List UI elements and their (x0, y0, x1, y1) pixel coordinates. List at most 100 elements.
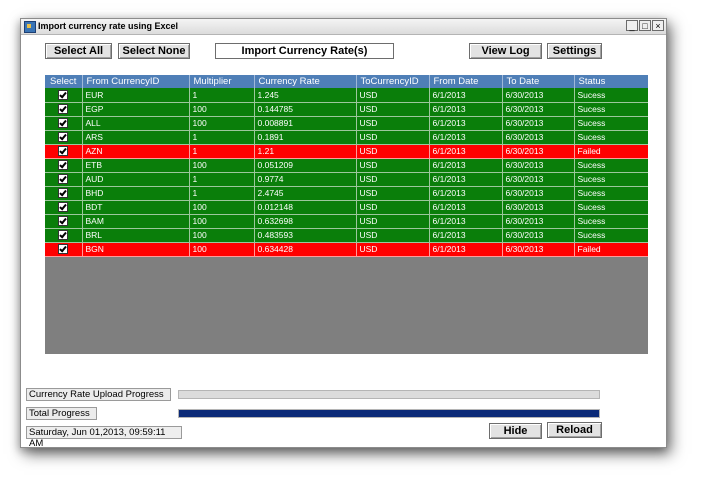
to-date-cell: 6/30/2013 (502, 228, 575, 243)
select-cell (45, 102, 83, 117)
status-cell: Sucess (574, 116, 648, 131)
table-row[interactable]: AUD 1 0.9774 USD 6/1/2013 6/30/2013 Sucess (45, 172, 648, 187)
to-date-cell: 6/30/2013 (502, 88, 575, 103)
from-date-cell: 6/1/2013 (429, 200, 503, 215)
from-date-cell: 6/1/2013 (429, 158, 503, 173)
to-currency-cell: USD (356, 172, 430, 187)
select-cell (45, 242, 83, 257)
from-currency-cell: BAM (82, 214, 190, 229)
select-none-button[interactable]: Select None (118, 43, 190, 59)
select-cell (45, 116, 83, 131)
from-date-cell: 6/1/2013 (429, 228, 503, 243)
to-date-cell: 6/30/2013 (502, 102, 575, 117)
maximize-button[interactable]: □ (639, 20, 651, 31)
multiplier-cell: 100 (189, 158, 255, 173)
row-checkbox[interactable] (58, 188, 69, 199)
row-checkbox[interactable] (58, 174, 69, 185)
table-row[interactable]: BAM 100 0.632698 USD 6/1/2013 6/30/2013 Sucess (45, 214, 648, 229)
from-currency-cell: ALL (82, 116, 190, 131)
to-currency-cell: USD (356, 158, 430, 173)
column-header[interactable]: Currency Rate (254, 75, 357, 88)
minimize-button[interactable]: _ (626, 20, 638, 31)
import-heading: Import Currency Rate(s) (215, 43, 394, 59)
status-cell: Sucess (574, 172, 648, 187)
select-cell (45, 186, 83, 201)
to-currency-cell: USD (356, 200, 430, 215)
to-currency-cell: USD (356, 228, 430, 243)
select-cell (45, 158, 83, 173)
multiplier-cell: 100 (189, 200, 255, 215)
multiplier-cell: 1 (189, 144, 255, 159)
from-currency-cell: BGN (82, 242, 190, 257)
to-currency-cell: USD (356, 88, 430, 103)
from-currency-cell: ARS (82, 130, 190, 145)
table-row[interactable]: BDT 100 0.012148 USD 6/1/2013 6/30/2013 Sucess (45, 200, 648, 215)
table-row[interactable]: EUR 1 1.245 USD 6/1/2013 6/30/2013 Sucess (45, 88, 648, 103)
upload-progress-bar (178, 390, 600, 399)
row-checkbox[interactable] (58, 132, 69, 143)
to-currency-cell: USD (356, 116, 430, 131)
from-currency-cell: BDT (82, 200, 190, 215)
from-currency-cell: BHD (82, 186, 190, 201)
column-header[interactable]: Status (574, 75, 648, 88)
table-row[interactable]: ARS 1 0.1891 USD 6/1/2013 6/30/2013 Sucess (45, 130, 648, 145)
table-row[interactable]: BRL 100 0.483593 USD 6/1/2013 6/30/2013 Sucess (45, 228, 648, 243)
from-currency-cell: ETB (82, 158, 190, 173)
to-currency-cell: USD (356, 214, 430, 229)
column-header[interactable]: ToCurrencyID (356, 75, 430, 88)
row-checkbox[interactable] (58, 202, 69, 213)
currency-rate-cell: 1.245 (254, 88, 357, 103)
table-row[interactable]: ALL 100 0.008891 USD 6/1/2013 6/30/2013 Sucess (45, 116, 648, 131)
table-row[interactable]: ETB 100 0.051209 USD 6/1/2013 6/30/2013 Sucess (45, 158, 648, 173)
status-cell: Sucess (574, 228, 648, 243)
from-currency-cell: BRL (82, 228, 190, 243)
select-cell (45, 130, 83, 145)
select-cell (45, 228, 83, 243)
row-checkbox[interactable] (58, 230, 69, 241)
column-header[interactable]: From CurrencyID (82, 75, 190, 88)
hide-button[interactable]: Hide (489, 423, 542, 439)
column-header[interactable]: Select (45, 75, 83, 88)
table-row[interactable]: AZN 1 1.21 USD 6/1/2013 6/30/2013 Failed (45, 144, 648, 159)
multiplier-cell: 100 (189, 116, 255, 131)
row-checkbox[interactable] (58, 160, 69, 171)
to-date-cell: 6/30/2013 (502, 214, 575, 229)
currency-rate-cell: 0.012148 (254, 200, 357, 215)
window-controls: _ □ × (626, 20, 664, 31)
status-cell: Sucess (574, 186, 648, 201)
timestamp-label: Saturday, Jun 01,2013, 09:59:11 AM (26, 426, 182, 449)
column-header[interactable]: To Date (502, 75, 575, 88)
close-button[interactable]: × (652, 20, 664, 31)
status-cell: Sucess (574, 200, 648, 215)
currency-table: Select From CurrencyID Multiplier Curren… (45, 75, 648, 257)
table-row[interactable]: EGP 100 0.144785 USD 6/1/2013 6/30/2013 Sucess (45, 102, 648, 117)
row-checkbox[interactable] (58, 244, 69, 255)
total-progress-label: Total Progress (26, 407, 97, 420)
from-date-cell: 6/1/2013 (429, 116, 503, 131)
settings-button[interactable]: Settings (547, 43, 602, 59)
view-log-button[interactable]: View Log (469, 43, 542, 59)
to-currency-cell: USD (356, 144, 430, 159)
to-date-cell: 6/30/2013 (502, 242, 575, 257)
currency-rate-cell: 1.21 (254, 144, 357, 159)
to-date-cell: 6/30/2013 (502, 186, 575, 201)
to-date-cell: 6/30/2013 (502, 144, 575, 159)
column-header[interactable]: From Date (429, 75, 503, 88)
to-date-cell: 6/30/2013 (502, 158, 575, 173)
upload-progress-label: Currency Rate Upload Progress (26, 388, 171, 401)
multiplier-cell: 1 (189, 172, 255, 187)
column-header[interactable]: Multiplier (189, 75, 255, 88)
row-checkbox[interactable] (58, 216, 69, 227)
currency-rate-cell: 0.9774 (254, 172, 357, 187)
table-row[interactable]: BHD 1 2.4745 USD 6/1/2013 6/30/2013 Sucess (45, 186, 648, 201)
table-row[interactable]: BGN 100 0.634428 USD 6/1/2013 6/30/2013 Failed (45, 242, 648, 257)
row-checkbox[interactable] (58, 118, 69, 129)
row-checkbox[interactable] (58, 146, 69, 157)
to-date-cell: 6/30/2013 (502, 200, 575, 215)
select-all-button[interactable]: Select All (45, 43, 112, 59)
title-bar: Import currency rate using Excel _ □ × (21, 19, 666, 35)
status-cell: Sucess (574, 102, 648, 117)
row-checkbox[interactable] (58, 104, 69, 115)
reload-button[interactable]: Reload (547, 422, 602, 438)
row-checkbox[interactable] (58, 90, 69, 101)
